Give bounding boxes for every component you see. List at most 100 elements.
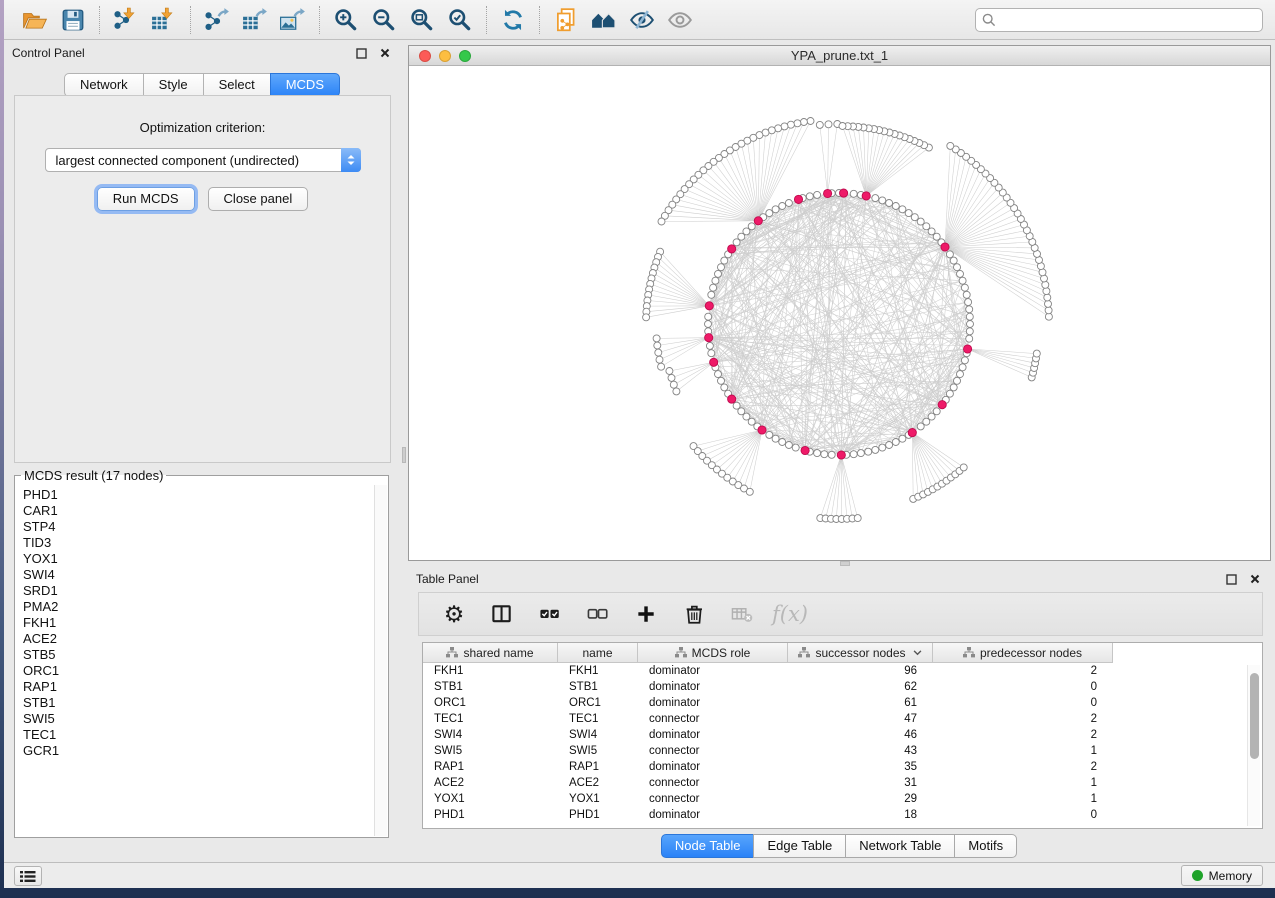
mcds-result-item[interactable]: GCR1 [23,743,374,759]
tab-network[interactable]: Network [64,73,144,97]
graph-node[interactable] [839,123,846,130]
export-table-icon[interactable] [236,4,274,36]
copy-network-icon[interactable] [547,4,585,36]
graph-node[interactable] [792,444,799,451]
delete-column-icon[interactable] [677,597,711,631]
tab-network-table[interactable]: Network Table [845,834,955,858]
deselect-all-rows-icon[interactable] [581,597,615,631]
graph-node[interactable] [779,203,786,210]
graph-node[interactable] [772,206,779,213]
tab-style[interactable]: Style [143,73,204,97]
mcds-result-item[interactable]: TID3 [23,535,374,551]
graph-node[interactable] [643,314,650,321]
table-row[interactable]: PHD1PHD1dominator180 [423,807,1244,823]
mcds-result-item[interactable]: PMA2 [23,599,374,615]
graph-node[interactable] [807,118,814,125]
column-header-shared-name[interactable]: shared name [423,643,558,663]
graph-node[interactable] [666,368,673,375]
graph-hub-node[interactable] [837,451,845,459]
graph-node[interactable] [806,193,813,200]
vertical-splitter[interactable] [401,40,408,862]
table-row[interactable]: TEC1TEC1connector472 [423,711,1244,727]
graph-hub-node[interactable] [728,245,736,253]
save-session-icon[interactable] [54,4,92,36]
tab-motifs[interactable]: Motifs [954,834,1017,858]
graph-hub-node[interactable] [794,195,802,203]
graph-node[interactable] [959,277,966,284]
mcds-result-item[interactable]: SWI4 [23,567,374,583]
network-canvas[interactable] [409,66,1270,560]
search-input[interactable] [975,8,1263,32]
graph-node[interactable] [785,442,792,449]
graph-node[interactable] [933,408,940,415]
window-maximize-icon[interactable] [459,50,471,62]
graph-node[interactable] [800,119,807,126]
graph-node[interactable] [966,313,973,320]
graph-node[interactable] [712,277,719,284]
zoom-selected-icon[interactable] [441,4,479,36]
graph-node[interactable] [966,335,973,342]
close-panel-icon[interactable] [377,46,393,60]
mcds-result-item[interactable]: SRD1 [23,583,374,599]
graph-node[interactable] [821,451,828,458]
mcds-result-item[interactable]: STB1 [23,695,374,711]
first-neighbors-icon[interactable] [585,4,623,36]
graph-hub-node[interactable] [705,334,713,342]
window-close-icon[interactable] [419,50,431,62]
tab-mcds[interactable]: MCDS [270,73,340,97]
graph-node[interactable] [766,210,773,217]
graph-node[interactable] [967,321,974,328]
graph-node[interactable] [1045,300,1052,307]
window-minimize-icon[interactable] [439,50,451,62]
graph-hub-node[interactable] [710,358,718,366]
graph-hub-node[interactable] [705,302,713,310]
graph-node[interactable] [950,257,957,264]
network-window-titlebar[interactable]: YPA_prune.txt_1 [409,46,1270,66]
graph-node[interactable] [658,218,665,225]
graph-node[interactable] [957,371,964,378]
graph-node[interactable] [828,451,835,458]
graph-node[interactable] [772,435,779,442]
graph-hub-node[interactable] [908,429,916,437]
graph-node[interactable] [710,284,717,291]
table-row[interactable]: ACE2ACE2connector311 [423,775,1244,791]
graph-node[interactable] [1045,313,1052,320]
graph-node[interactable] [654,342,661,349]
graph-node[interactable] [715,371,722,378]
mcds-result-item[interactable]: PHD1 [23,487,374,503]
splitter-grip[interactable] [402,447,406,463]
mcds-result-item[interactable]: RAP1 [23,679,374,695]
graph-node[interactable] [946,390,953,397]
graph-node[interactable] [781,123,788,130]
graph-node[interactable] [950,384,957,391]
tab-select[interactable]: Select [203,73,271,97]
graph-node[interactable] [814,191,821,198]
graph-node[interactable] [961,357,968,364]
select-all-rows-icon[interactable] [533,597,567,631]
graph-node[interactable] [733,239,740,246]
graph-hub-node[interactable] [964,345,972,353]
graph-node[interactable] [814,450,821,457]
graph-node[interactable] [1044,294,1051,301]
graph-node[interactable] [825,121,832,128]
task-history-button[interactable] [14,866,42,886]
tab-node-table[interactable]: Node Table [661,834,755,858]
zoom-in-icon[interactable] [327,4,365,36]
graph-node[interactable] [653,335,660,342]
graph-node[interactable] [947,142,954,149]
graph-node[interactable] [905,210,912,217]
graph-node[interactable] [1043,288,1050,295]
graph-node[interactable] [960,464,967,471]
mcds-result-item[interactable]: STB5 [23,647,374,663]
export-image-icon[interactable] [274,4,312,36]
float-panel-icon[interactable] [353,46,369,60]
table-row[interactable]: SWI4SWI4dominator462 [423,727,1244,743]
mcds-result-item[interactable]: ORC1 [23,663,374,679]
graph-node[interactable] [879,197,886,204]
show-all-icon[interactable] [661,4,699,36]
graph-node[interactable] [766,431,773,438]
graph-node[interactable] [655,349,662,356]
export-network-icon[interactable] [198,4,236,36]
open-session-icon[interactable] [16,4,54,36]
table-scrollbar[interactable] [1247,665,1260,826]
